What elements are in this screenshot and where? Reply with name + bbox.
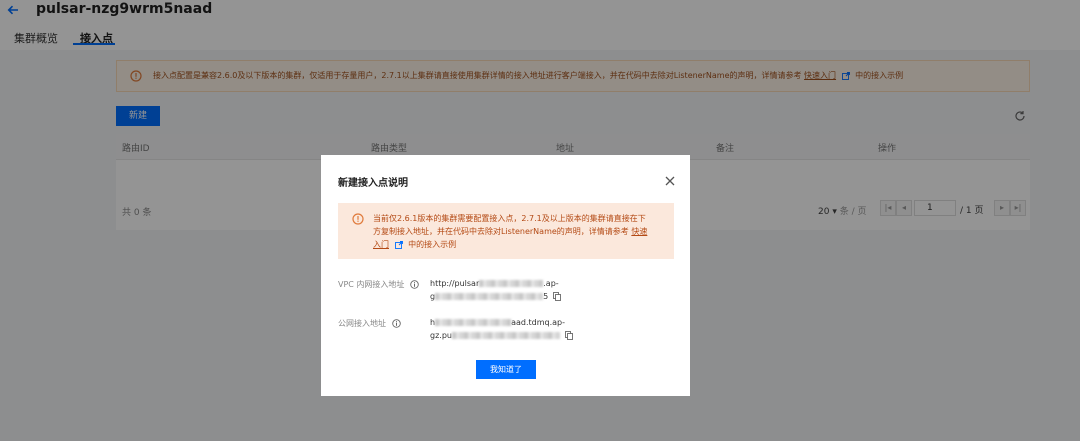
external-link-icon[interactable] xyxy=(394,240,403,249)
redacted-text xyxy=(451,332,560,339)
info-icon[interactable] xyxy=(391,319,401,328)
quickstart-link[interactable]: 快速 xyxy=(631,227,647,236)
acknowledge-button[interactable]: 我知道了 xyxy=(476,360,536,379)
dialog-title: 新建接入点说明 xyxy=(338,178,408,189)
redacted-text xyxy=(435,319,512,326)
new-access-point-dialog: 新建接入点说明 当前仅2.6.1版本的集群需要配置接入点，2.7.1及以上版本的… xyxy=(321,155,690,396)
public-address-line-1: h aad.tdmq.ap- xyxy=(430,318,565,327)
notice-line-3: 入门 中的接入示例 xyxy=(373,240,457,249)
public-address-line-2: gz.pu xyxy=(430,331,573,340)
redacted-text xyxy=(479,280,544,287)
redacted-text xyxy=(435,293,544,300)
copy-icon[interactable] xyxy=(552,292,561,301)
vpc-address-label: VPC 内网接入地址 xyxy=(338,279,419,290)
notice-line-2: 方复制接入地址，并在代码中去除对ListenerName的声明，详情请参考 快速 xyxy=(373,227,648,236)
close-icon[interactable] xyxy=(664,175,676,187)
copy-icon[interactable] xyxy=(564,331,573,340)
quickstart-link-continued[interactable]: 入门 xyxy=(373,240,389,249)
vpc-address-line-2: g5 xyxy=(430,292,561,301)
warning-icon xyxy=(352,213,364,225)
info-icon[interactable] xyxy=(410,280,419,289)
dialog-notice: 当前仅2.6.1版本的集群需要配置接入点，2.7.1及以上版本的集群请直接在下 … xyxy=(338,203,674,259)
public-address-label: 公网接入地址 xyxy=(338,318,401,329)
notice-line-1: 当前仅2.6.1版本的集群需要配置接入点，2.7.1及以上版本的集群请直接在下 xyxy=(373,214,646,223)
vpc-address-line-1: http://pulsar .ap- xyxy=(430,279,559,288)
